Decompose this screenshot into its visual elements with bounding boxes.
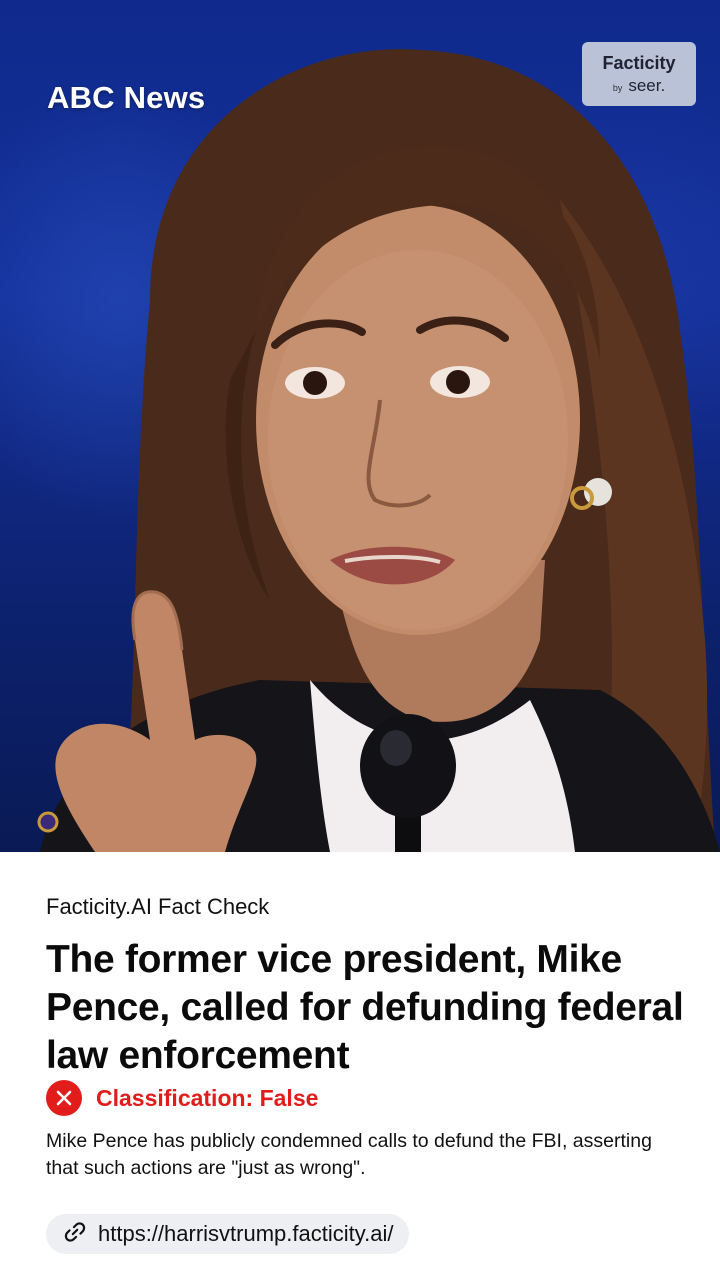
- facticity-watermark: Facticity by seer.: [582, 42, 696, 106]
- news-photo: ABC News Facticity by seer.: [0, 0, 720, 852]
- source-url[interactable]: https://harrisvtrump.facticity.ai/: [98, 1221, 393, 1247]
- link-icon: [62, 1219, 88, 1250]
- claim-headline: The former vice president, Mike Pence, c…: [46, 938, 684, 1077]
- fact-check-summary: Mike Pence has publicly condemned calls …: [46, 1130, 652, 1179]
- classification-text: Classification: False: [96, 1084, 319, 1111]
- classification-row: Classification: False: [46, 1080, 318, 1116]
- watermark-by: by: [612, 83, 623, 93]
- news-source-label: ABC News: [47, 80, 206, 115]
- watermark-by-row: by seer.: [613, 76, 665, 96]
- fact-check-eyebrow: Facticity.AI Fact Check: [46, 894, 270, 919]
- close-icon: [46, 1080, 82, 1116]
- source-link[interactable]: https://harrisvtrump.facticity.ai/: [46, 1214, 410, 1254]
- watermark-brand: seer.: [628, 76, 666, 95]
- fact-check-card: Facticity.AI Fact Check The former vice …: [0, 852, 720, 1279]
- watermark-name: Facticity: [602, 53, 676, 73]
- person-illustration: [37, 49, 720, 852]
